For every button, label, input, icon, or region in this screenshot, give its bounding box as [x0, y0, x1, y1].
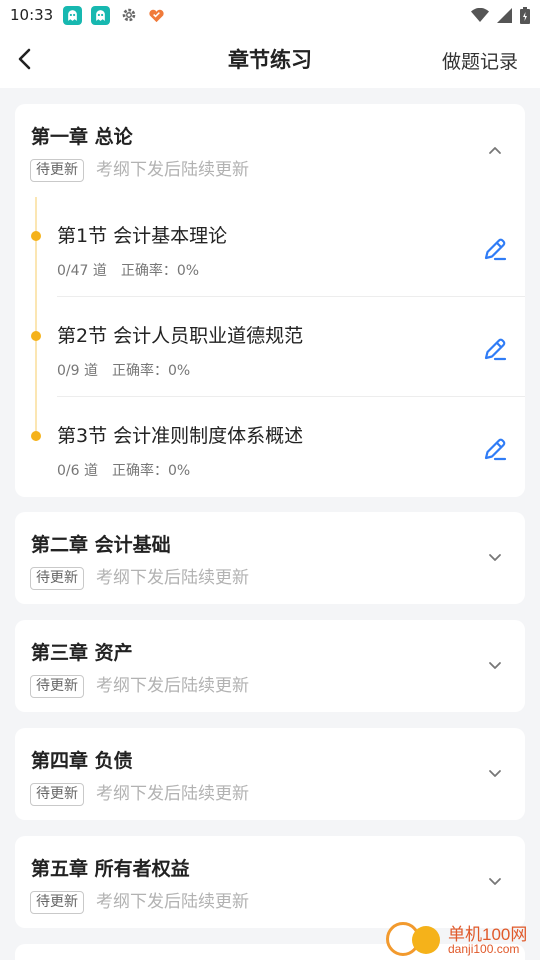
timeline-dot [31, 431, 41, 441]
status-time: 10:33 [10, 6, 54, 24]
gear-icon [119, 6, 138, 25]
chapter-header[interactable]: 第五章 所有者权益 待更新 考纲下发后陆续更新 [15, 836, 525, 928]
accuracy-rate: 正确率：0% [111, 463, 191, 479]
nav-bar: 章节练习 做题记录 [0, 30, 540, 88]
status-tag: 待更新 [30, 675, 84, 698]
edit-pencil-icon[interactable] [481, 335, 509, 363]
section-stats: 0/47 道正确率：0% [57, 260, 199, 280]
back-arrow-icon[interactable] [14, 46, 38, 72]
chapter-title: 第二章 会计基础 [31, 534, 171, 556]
update-note: 考纲下发后陆续更新 [96, 676, 249, 696]
update-note: 考纲下发后陆续更新 [96, 568, 249, 588]
timeline-dot [31, 331, 41, 341]
accuracy-rate: 正确率：0% [111, 363, 191, 379]
chapter-header[interactable]: 第三章 资产 待更新 考纲下发后陆续更新 [15, 620, 525, 712]
section-title: 第2节 会计人员职业道德规范 [57, 325, 304, 347]
update-note: 考纲下发后陆续更新 [96, 784, 249, 804]
chapter-card[interactable]: 第二章 会计基础 待更新 考纲下发后陆续更新 [15, 512, 525, 604]
signal-icon [497, 7, 512, 23]
timeline-dot [31, 231, 41, 241]
chapter-card: 第一章 总论 待更新 考纲下发后陆续更新 第1节 会计基本理论 0/47 道正确… [15, 104, 525, 497]
section-stats: 0/6 道正确率：0% [57, 460, 190, 480]
chapter-card[interactable]: 第五章 所有者权益 待更新 考纲下发后陆续更新 [15, 836, 525, 928]
chapter-header[interactable]: 第四章 负债 待更新 考纲下发后陆续更新 [15, 728, 525, 820]
chapter-card[interactable]: 第四章 负债 待更新 考纲下发后陆续更新 [15, 728, 525, 820]
watermark-logo-dot [412, 926, 440, 954]
edit-pencil-icon[interactable] [481, 235, 509, 263]
question-count: 0/6 道 [57, 463, 98, 479]
battery-icon [520, 6, 530, 24]
page-title: 章节练习 [228, 48, 312, 72]
site-watermark: 单机100网 danji100.com [386, 916, 536, 960]
chevron-down-icon[interactable] [487, 550, 503, 566]
accuracy-rate: 正确率：0% [120, 263, 200, 279]
chevron-down-icon[interactable] [487, 658, 503, 674]
status-tag: 待更新 [30, 783, 84, 806]
question-count: 0/9 道 [57, 363, 98, 379]
update-note: 考纲下发后陆续更新 [96, 892, 249, 912]
chapter-title: 第四章 负债 [31, 750, 133, 772]
app-ghost-icon [91, 5, 111, 25]
section-title: 第3节 会计准则制度体系概述 [57, 425, 304, 447]
chapter-header[interactable]: 第一章 总论 待更新 考纲下发后陆续更新 [15, 104, 525, 196]
edit-pencil-icon[interactable] [481, 435, 509, 463]
chevron-down-icon[interactable] [487, 766, 503, 782]
heart-app-icon [147, 6, 166, 25]
question-count: 0/47 道 [57, 263, 107, 279]
chevron-up-icon[interactable] [487, 142, 503, 158]
chapter-title: 第一章 总论 [31, 126, 133, 148]
status-tag: 待更新 [30, 891, 84, 914]
chapter-header[interactable]: 第二章 会计基础 待更新 考纲下发后陆续更新 [15, 512, 525, 604]
section-stats: 0/9 道正确率：0% [57, 360, 190, 380]
chevron-down-icon[interactable] [487, 874, 503, 890]
status-bar: 10:33 [0, 0, 540, 30]
update-note: 考纲下发后陆续更新 [96, 160, 249, 180]
chapter-title: 第五章 所有者权益 [31, 858, 190, 880]
chapter-card[interactable]: 第三章 资产 待更新 考纲下发后陆续更新 [15, 620, 525, 712]
chapter-title: 第三章 资产 [31, 642, 133, 664]
section-item[interactable]: 第3节 会计准则制度体系概述 0/6 道正确率：0% [15, 397, 525, 497]
watermark-url: danji100.com [448, 942, 520, 956]
wifi-icon [471, 7, 489, 22]
app-ghost-icon [63, 5, 83, 25]
status-tag: 待更新 [30, 159, 84, 182]
section-title: 第1节 会计基本理论 [57, 225, 228, 247]
section-item[interactable]: 第1节 会计基本理论 0/47 道正确率：0% [15, 197, 525, 297]
section-item[interactable]: 第2节 会计人员职业道德规范 0/9 道正确率：0% [15, 297, 525, 397]
practice-history-button[interactable]: 做题记录 [442, 47, 518, 74]
status-tag: 待更新 [30, 567, 84, 590]
